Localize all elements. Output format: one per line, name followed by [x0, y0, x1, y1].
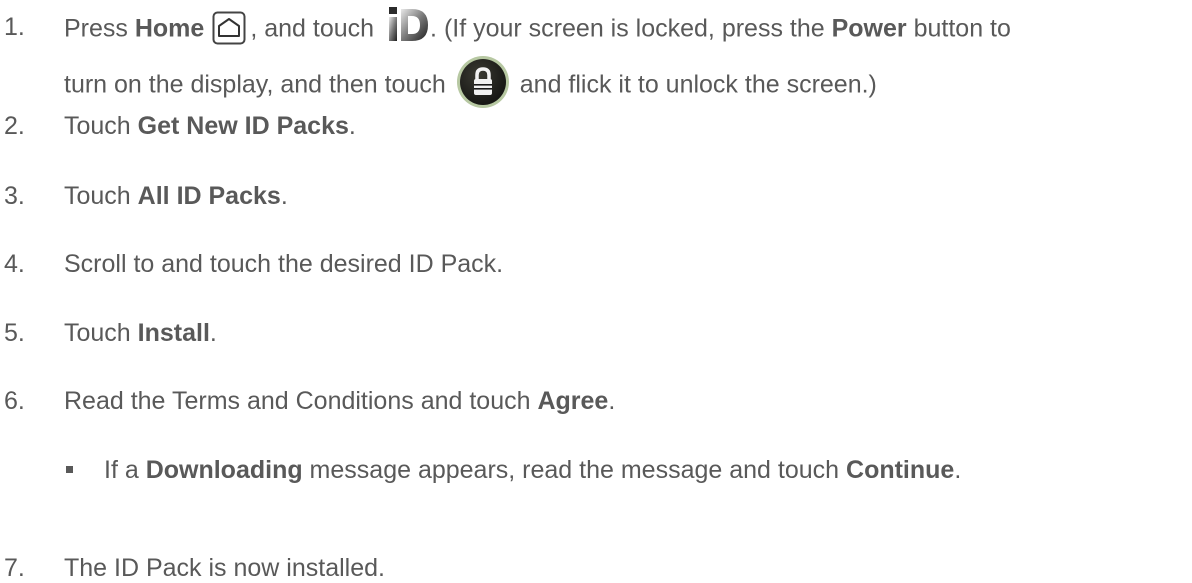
get-new-id-packs-label: Get New ID Packs — [137, 112, 349, 140]
step-number: 2. — [4, 112, 25, 140]
step-number: 4. — [4, 250, 25, 278]
step-text-part: . — [348, 112, 356, 140]
step-text-part: button to — [906, 14, 1011, 43]
step-number: 3. — [4, 182, 25, 210]
home-key-icon — [212, 11, 246, 45]
step-text-part: . — [608, 387, 616, 415]
step-text: Touch All ID Packs. — [64, 181, 288, 211]
agree-label: Agree — [537, 387, 609, 415]
step-text-part: . — [280, 182, 288, 210]
step-number: 7. — [4, 554, 25, 582]
step-number: 6. — [4, 387, 25, 415]
step-text: If a Downloading message appears, read t… — [104, 455, 961, 485]
install-label: Install — [137, 319, 210, 347]
step-text: Touch Install. — [64, 318, 217, 348]
step-text: Read the Terms and Conditions and touch … — [64, 386, 615, 416]
step-text-part: . — [209, 319, 217, 347]
step-text: The ID Pack is now installed. — [64, 554, 385, 582]
step-text-part: and flick it to unlock the screen.) — [519, 70, 877, 99]
step-text: Touch Get New ID Packs. — [64, 111, 356, 141]
step-text-part: . (If your screen is locked, press the — [430, 14, 832, 43]
step-text-part: Touch — [64, 112, 138, 140]
lock-screen-icon — [456, 55, 510, 109]
all-id-packs-label: All ID Packs — [137, 182, 281, 210]
step-text-part: Read the Terms and Conditions and touch — [64, 387, 538, 415]
step-text-part: , and touch — [250, 14, 375, 43]
step-text-part: . — [954, 456, 962, 484]
step-number: 5. — [4, 319, 25, 347]
step-text-part: message appears, read the message and to… — [302, 456, 847, 484]
step-number: 1. — [4, 13, 25, 41]
id-app-icon — [386, 6, 430, 42]
continue-label: Continue — [846, 456, 955, 484]
home-label: Home — [134, 14, 205, 43]
step-text-part: Touch — [64, 319, 138, 347]
downloading-label: Downloading — [145, 456, 303, 484]
step-text-part: Touch — [64, 182, 138, 210]
power-label: Power — [831, 14, 907, 43]
step-text: Scroll to and touch the desired ID Pack. — [64, 250, 504, 278]
bullet-marker — [66, 466, 73, 473]
step-text: Press Home , and touch . (If your screen i… — [64, 7, 1011, 48]
step-text-part: If a — [104, 456, 146, 484]
step-text-part: Press — [64, 14, 135, 43]
step-text: turn on the display, and then touch and f… — [64, 56, 877, 113]
step-text-part: turn on the display, and then touch — [64, 70, 446, 99]
